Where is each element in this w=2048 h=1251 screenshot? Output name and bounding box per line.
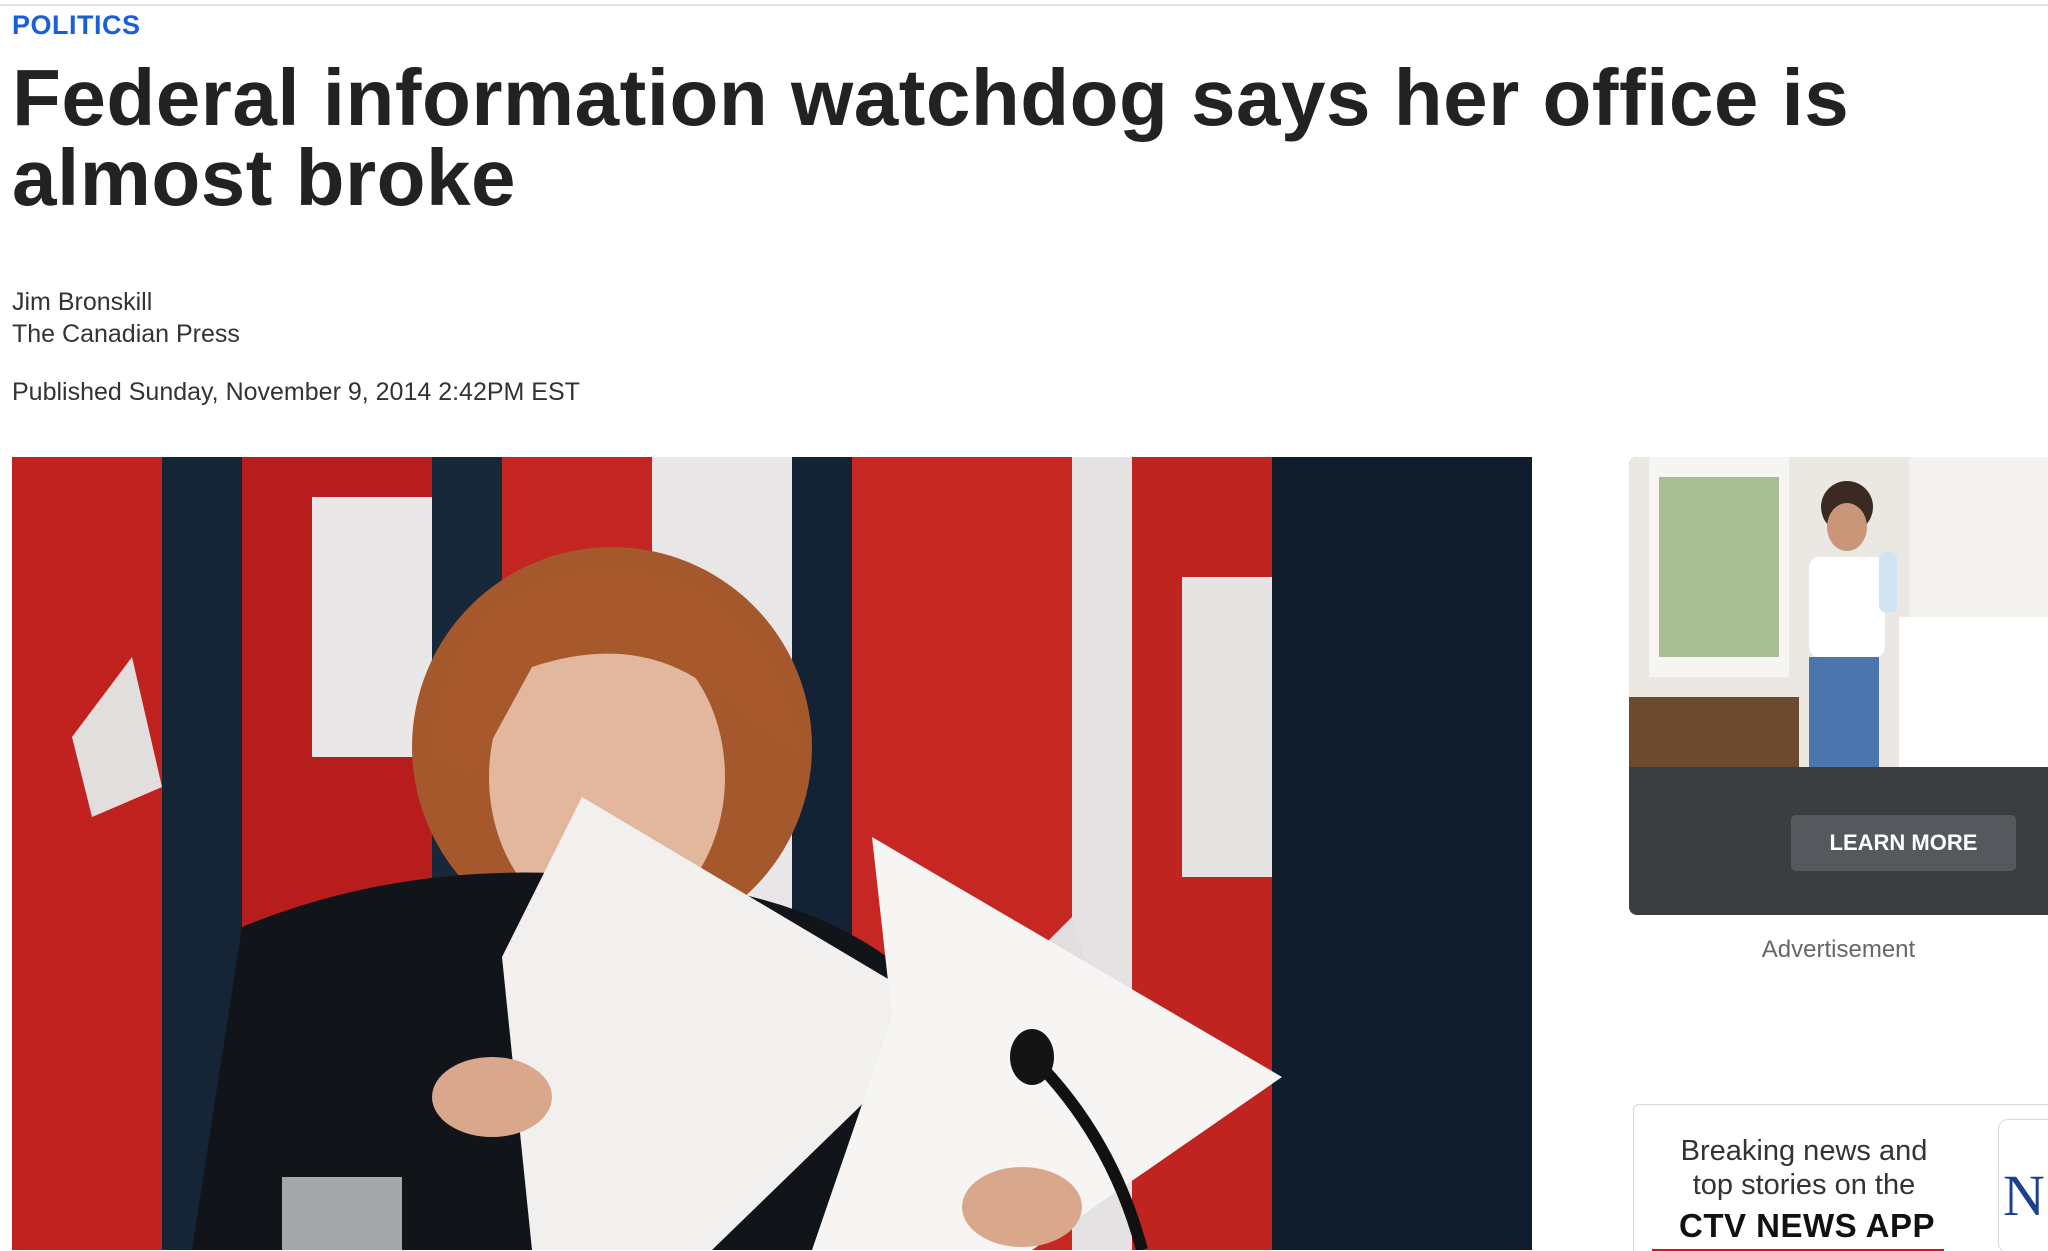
- app-promo-card[interactable]: Breaking news and top stories on the CTV…: [1633, 1104, 2048, 1251]
- author-name[interactable]: Jim Bronskill: [12, 286, 240, 318]
- app-screenshot-thumbnail: N: [1998, 1119, 2048, 1251]
- hero-photo: [12, 457, 1532, 1250]
- advertisement-panel[interactable]: LEARN MORE: [1629, 457, 2048, 915]
- section-link-politics[interactable]: POLITICS: [12, 10, 141, 41]
- learn-more-button[interactable]: LEARN MORE: [1791, 815, 2016, 871]
- app-logo-letter: N: [2003, 1163, 2045, 1228]
- promo-line-1: Breaking news and: [1680, 1135, 1928, 1167]
- ad-video-still[interactable]: [1629, 457, 2048, 767]
- promo-line-2: top stories on the: [1692, 1169, 1916, 1201]
- hero-image[interactable]: [12, 457, 1532, 1250]
- top-divider: [0, 4, 2048, 6]
- published-date: Published Sunday, November 9, 2014 2:42P…: [12, 378, 580, 406]
- source-name: The Canadian Press: [12, 320, 240, 348]
- byline: Jim Bronskill The Canadian Press: [12, 286, 240, 350]
- advertisement-label: Advertisement: [1761, 936, 1916, 963]
- promo-app-name: CTV NEWS APP: [1679, 1207, 1935, 1244]
- article-headline: Federal information watchdog says her of…: [12, 53, 1850, 222]
